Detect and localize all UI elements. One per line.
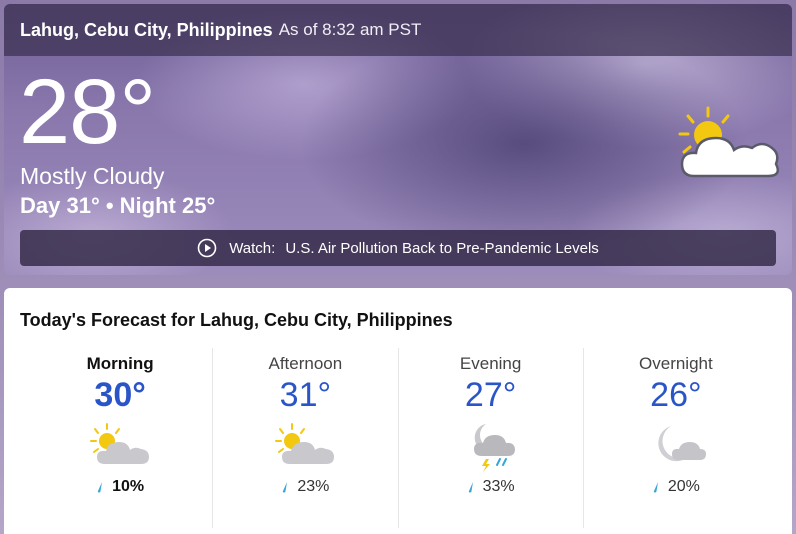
period-name: Evening — [459, 354, 522, 373]
play-icon — [197, 238, 217, 258]
raindrop-icon — [283, 482, 288, 493]
period-temperature: 27° — [464, 376, 517, 414]
period-name: Overnight — [639, 354, 713, 373]
period-name: Morning — [86, 354, 154, 373]
watch-headline[interactable]: U.S. Air Pollution Back to Pre-Pandemic … — [285, 240, 598, 257]
precipitation-chance: 33% — [399, 478, 583, 496]
period-temperature: 31° — [279, 376, 332, 414]
location-bar: Lahug, Cebu City, Philippines As of 8:32… — [4, 4, 792, 56]
forecast-periods: Morning 30° 10% Afternoon 31° 23% Evenin… — [28, 348, 768, 528]
forecast-period-overnight[interactable]: Overnight 26° 20% — [582, 348, 768, 528]
forecast-period-morning[interactable]: Morning 30° 10% — [28, 348, 212, 528]
night-cloudy-icon — [658, 426, 706, 462]
partly-sunny-icon — [678, 106, 779, 178]
watch-label: Watch: — [229, 239, 276, 257]
current-condition: Mostly Cloudy — [20, 163, 165, 189]
forecast-period-evening[interactable]: Evening 27° 33% — [397, 348, 583, 528]
precipitation-value: 20% — [667, 478, 700, 496]
day-night-temps: Day 31° • Night 25° — [20, 193, 216, 218]
period-name: Afternoon — [268, 354, 343, 373]
location-name[interactable]: Lahug, Cebu City, Philippines — [20, 20, 273, 41]
forecast-period-afternoon[interactable]: Afternoon 31° 23% — [212, 348, 397, 528]
precipitation-value: 23% — [297, 478, 330, 496]
partly-sunny-icon — [275, 423, 335, 465]
precipitation-chance: 23% — [213, 478, 397, 496]
current-temperature: 28° — [19, 61, 156, 163]
precipitation-chance: 20% — [584, 478, 768, 496]
current-weather-card: Lahug, Cebu City, Philippines As of 8:32… — [4, 4, 792, 275]
raindrop-icon — [468, 482, 473, 493]
observation-time: As of 8:32 am PST — [278, 20, 422, 39]
precipitation-value: 33% — [482, 478, 515, 496]
todays-forecast-card: Today's Forecast for Lahug, Cebu City, P… — [4, 288, 792, 534]
period-temperature: 30° — [94, 376, 146, 414]
night-thunderstorm-icon — [473, 424, 515, 473]
raindrop-icon — [653, 482, 658, 493]
raindrop-icon — [97, 482, 103, 493]
partly-sunny-icon — [90, 423, 150, 465]
precipitation-value: 10% — [112, 478, 145, 496]
forecast-title: Today's Forecast for Lahug, Cebu City, P… — [20, 310, 453, 330]
precipitation-chance: 10% — [28, 478, 212, 496]
watch-video-banner[interactable]: Watch: U.S. Air Pollution Back to Pre-Pa… — [20, 230, 776, 266]
period-temperature: 26° — [650, 376, 702, 414]
